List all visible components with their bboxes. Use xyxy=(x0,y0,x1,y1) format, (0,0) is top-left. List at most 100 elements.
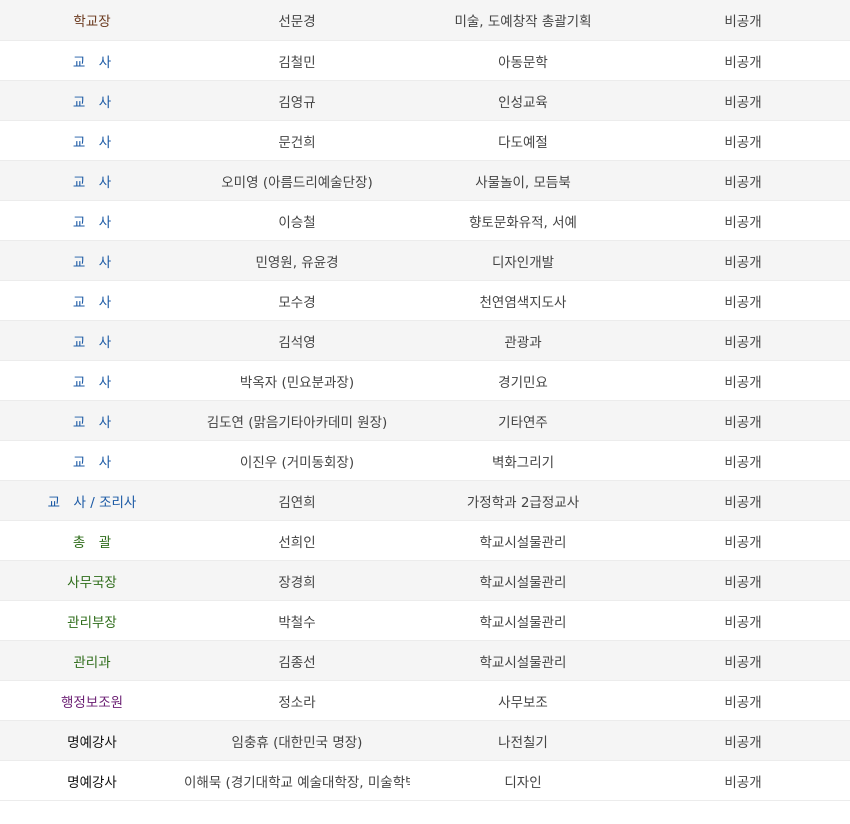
position-cell: 교 사 xyxy=(72,254,112,271)
subject-cell: 디자인개발 xyxy=(491,254,555,271)
subject-cell: 인성교육 xyxy=(498,94,548,111)
name-cell: 선희인 xyxy=(278,534,316,551)
position-cell: 교 사 xyxy=(72,214,112,231)
name-cell: 장경희 xyxy=(278,574,316,591)
contact-cell: 비공개 xyxy=(724,214,762,231)
subject-cell: 관광과 xyxy=(504,334,542,351)
position-cell: 교 사 xyxy=(72,294,112,311)
contact-cell: 비공개 xyxy=(724,374,762,391)
table-row: 교 사 모수경 천연염색지도사 비공개 xyxy=(0,281,850,321)
table-row: 교 사 김도연 (맑음기타아카데미 원장) 기타연주 비공개 xyxy=(0,401,850,441)
subject-cell: 벽화그리기 xyxy=(491,454,555,471)
subject-cell: 가정학과 2급정교사 xyxy=(466,494,580,511)
name-cell: 박철수 xyxy=(278,614,316,631)
contact-cell: 비공개 xyxy=(724,734,762,751)
subject-cell: 학교시설물관리 xyxy=(479,654,567,671)
table-row: 학교장 선문경 미술, 도예창작 총괄기획 비공개 xyxy=(0,0,850,41)
contact-cell: 비공개 xyxy=(724,534,762,551)
name-cell: 이해묵 (경기대학교 예술대학장, 미술학박사) xyxy=(184,774,410,791)
name-cell: 오미영 (아름드리예술단장) xyxy=(221,174,373,191)
table-row: 명예강사 이해묵 (경기대학교 예술대학장, 미술학박사) 디자인 비공개 xyxy=(0,761,850,801)
contact-cell: 비공개 xyxy=(724,254,762,271)
subject-cell: 학교시설물관리 xyxy=(479,534,567,551)
subject-cell: 아동문학 xyxy=(498,54,548,71)
staff-table: 학교장 선문경 미술, 도예창작 총괄기획 비공개 교 사 김철민 아동문학 비공개 교 사 김영… xyxy=(0,0,850,801)
subject-cell: 사물놀이, 모듬북 xyxy=(475,174,571,191)
subject-cell: 향토문화유적, 서예 xyxy=(469,214,577,231)
contact-cell: 비공개 xyxy=(724,574,762,591)
name-cell: 김연희 xyxy=(278,494,316,511)
subject-cell: 기타연주 xyxy=(498,414,548,431)
name-cell: 김종선 xyxy=(278,654,316,671)
contact-cell: 비공개 xyxy=(724,414,762,431)
position-cell: 학교장 xyxy=(73,14,111,30)
position-cell: 교 사 xyxy=(72,54,112,71)
contact-cell: 비공개 xyxy=(724,654,762,671)
position-cell: 교 사 xyxy=(72,414,112,431)
subject-cell: 천연염색지도사 xyxy=(479,294,567,311)
position-cell: 교 사 xyxy=(72,134,112,151)
subject-cell: 경기민요 xyxy=(498,374,548,391)
table-row: 교 사 문건희 다도예절 비공개 xyxy=(0,121,850,161)
position-cell: 명예강사 xyxy=(67,774,117,791)
position-cell: 사무국장 xyxy=(67,574,117,591)
position-cell: 명예강사 xyxy=(67,734,117,751)
name-cell: 이승철 xyxy=(278,214,316,231)
name-cell: 박옥자 (민요분과장) xyxy=(239,374,355,391)
name-cell: 김철민 xyxy=(278,54,316,71)
position-cell: 관리과 xyxy=(73,654,111,671)
position-cell: 교 사 xyxy=(72,454,112,471)
subject-cell: 미술, 도예창작 총괄기획 xyxy=(454,14,592,30)
name-cell: 정소라 xyxy=(278,694,316,711)
table-row: 교 사 김석영 관광과 비공개 xyxy=(0,321,850,361)
contact-cell: 비공개 xyxy=(724,774,762,791)
table-row: 교 사 민영원, 유윤경 디자인개발 비공개 xyxy=(0,241,850,281)
name-cell: 모수경 xyxy=(278,294,316,311)
position-cell: 교 사 xyxy=(72,94,112,111)
position-cell: 총 괄 xyxy=(72,534,112,551)
contact-cell: 비공개 xyxy=(724,454,762,471)
table-row: 관리부장 박철수 학교시설물관리 비공개 xyxy=(0,601,850,641)
subject-cell: 나전칠기 xyxy=(498,734,548,751)
name-cell: 김도연 (맑음기타아카데미 원장) xyxy=(206,414,388,431)
contact-cell: 비공개 xyxy=(724,694,762,711)
name-cell: 김영규 xyxy=(278,94,316,111)
name-cell: 이진우 (거미동회장) xyxy=(239,454,355,471)
table-row: 사무국장 장경희 학교시설물관리 비공개 xyxy=(0,561,850,601)
table-row: 총 괄 선희인 학교시설물관리 비공개 xyxy=(0,521,850,561)
subject-cell: 다도예절 xyxy=(498,134,548,151)
table-row: 교 사 김영규 인성교육 비공개 xyxy=(0,81,850,121)
contact-cell: 비공개 xyxy=(724,174,762,191)
table-row: 교 사 오미영 (아름드리예술단장) 사물놀이, 모듬북 비공개 xyxy=(0,161,850,201)
name-cell: 임충휴 (대한민국 명장) xyxy=(231,734,363,751)
position-cell: 관리부장 xyxy=(67,614,117,631)
position-cell: 교 사 / 조리사 xyxy=(47,494,137,511)
contact-cell: 비공개 xyxy=(724,54,762,71)
contact-cell: 비공개 xyxy=(724,94,762,111)
position-cell: 교 사 xyxy=(72,334,112,351)
position-cell: 행정보조원 xyxy=(60,694,124,711)
contact-cell: 비공개 xyxy=(724,614,762,631)
contact-cell: 비공개 xyxy=(724,494,762,511)
subject-cell: 사무보조 xyxy=(498,694,548,711)
subject-cell: 학교시설물관리 xyxy=(479,574,567,591)
name-cell: 김석영 xyxy=(278,334,316,351)
subject-cell: 디자인 xyxy=(504,774,542,791)
contact-cell: 비공개 xyxy=(724,294,762,311)
subject-cell: 학교시설물관리 xyxy=(479,614,567,631)
table-row: 행정보조원 정소라 사무보조 비공개 xyxy=(0,681,850,721)
name-cell: 문건희 xyxy=(278,134,316,151)
table-row: 명예강사 임충휴 (대한민국 명장) 나전칠기 비공개 xyxy=(0,721,850,761)
table-row: 교 사 / 조리사 김연희 가정학과 2급정교사 비공개 xyxy=(0,481,850,521)
table-row: 교 사 박옥자 (민요분과장) 경기민요 비공개 xyxy=(0,361,850,401)
table-row: 교 사 이진우 (거미동회장) 벽화그리기 비공개 xyxy=(0,441,850,481)
table-row: 교 사 김철민 아동문학 비공개 xyxy=(0,41,850,81)
name-cell: 민영원, 유윤경 xyxy=(255,254,339,271)
table-row: 관리과 김종선 학교시설물관리 비공개 xyxy=(0,641,850,681)
position-cell: 교 사 xyxy=(72,374,112,391)
name-cell: 선문경 xyxy=(278,14,316,30)
contact-cell: 비공개 xyxy=(724,14,762,30)
contact-cell: 비공개 xyxy=(724,334,762,351)
position-cell: 교 사 xyxy=(72,174,112,191)
table-row: 교 사 이승철 향토문화유적, 서예 비공개 xyxy=(0,201,850,241)
